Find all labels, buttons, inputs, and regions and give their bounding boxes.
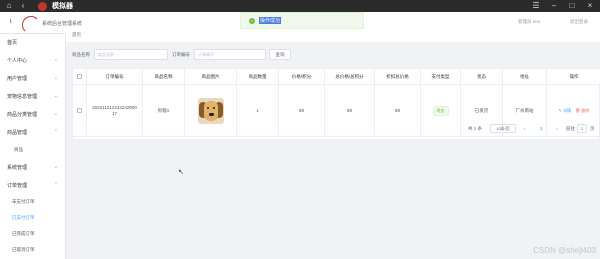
col-header: 操作 <box>547 69 600 85</box>
maximize-icon[interactable]: □ <box>566 0 578 12</box>
chevron-down-icon: ⌄ <box>53 111 58 117</box>
system-title: 系统后台管理系统 <box>42 21 83 27</box>
query-button[interactable]: 查询 <box>269 49 291 60</box>
product-image[interactable] <box>197 97 224 124</box>
close-icon[interactable]: × <box>584 0 596 12</box>
breadcrumb[interactable]: 首页 <box>72 32 81 38</box>
col-header[interactable]: 商品数量 <box>237 69 279 85</box>
page-suffix: 页 <box>590 126 595 131</box>
order-no-label: 订单编号 <box>172 52 190 57</box>
cell-quantity: 1 <box>237 85 279 137</box>
window-title: 模拟器 <box>52 3 73 10</box>
goto-label: 前往 <box>566 126 575 131</box>
row-checkbox[interactable] <box>77 108 82 113</box>
col-header[interactable]: 折扣总价格 <box>375 69 421 85</box>
goto-page-input[interactable]: 1 <box>577 124 587 133</box>
select-all-checkbox[interactable] <box>77 74 82 80</box>
col-header[interactable]: 总价格/总积分 <box>325 69 375 85</box>
sidebar-sub-paid[interactable]: 已支付订单 <box>12 215 35 221</box>
delete-button[interactable]: 🗑 删除 <box>575 108 589 114</box>
col-header[interactable]: 支付类型 <box>421 69 461 85</box>
toast-message: 操作成功 <box>259 17 282 24</box>
sidebar-item-users[interactable]: 用户管理 <box>7 75 27 82</box>
col-header[interactable]: 价格/积分 <box>279 69 325 85</box>
success-check-icon: ✓ <box>249 17 255 24</box>
chevron-down-icon: ⌄ <box>53 164 58 170</box>
app-logo-mark: ι <box>10 18 12 25</box>
cell-product-name: 狗粮1 <box>143 85 185 137</box>
col-header[interactable]: 地址 <box>503 69 547 85</box>
success-toast: ✓ 操作成功 <box>240 12 364 29</box>
search-row: 商品名称 商品名称 订单编号 订单编号 查询 <box>66 46 600 64</box>
sidebar-sub-completed[interactable]: 已完成订单 <box>12 231 35 237</box>
back-icon[interactable]: ‹ <box>18 1 28 11</box>
next-page-icon[interactable]: › <box>556 126 558 131</box>
user-info: 管理员 test <box>517 19 540 24</box>
watermark: CSDN @shejl403 <box>533 246 596 255</box>
chevron-up-icon: ⌃ <box>53 129 58 135</box>
sidebar-item-profile[interactable]: 个人中心 <box>7 57 27 64</box>
chevron-down-icon: ⌄ <box>53 75 58 81</box>
prev-page-icon[interactable]: ‹ <box>524 126 526 131</box>
cell-product-image <box>185 85 237 137</box>
sidebar-item-orders[interactable]: 订单管理 <box>7 182 27 189</box>
detail-button[interactable]: ✎ 详情 <box>559 108 571 114</box>
product-name-input[interactable]: 商品名称 <box>94 49 168 60</box>
menu-icon[interactable]: ☰ <box>530 0 542 12</box>
select-all-header <box>73 69 87 85</box>
chevron-down-icon: ⌄ <box>53 93 58 99</box>
chevron-up-icon: ⌃ <box>53 182 58 188</box>
current-page[interactable]: 1 <box>540 126 543 131</box>
cell-price: 88 <box>279 85 325 137</box>
sidebar-item-home[interactable]: 首页 <box>7 39 17 46</box>
cell-discount-total: 88 <box>375 85 421 137</box>
sidebar-sub-product[interactable]: 商品 <box>14 147 23 153</box>
order-no-input[interactable]: 订单编号 <box>194 49 266 60</box>
col-header[interactable]: 订单编号 <box>87 69 143 85</box>
logo-circle-icon <box>22 16 40 34</box>
sidebar-sub-unpaid[interactable]: 未支付订单 <box>12 199 35 205</box>
cell-pay-type: 现金 <box>421 85 461 137</box>
sidebar: 首页 个人中心 ⌄ 用户管理 ⌄ 宠物信息管理 ⌄ 商品分类管理 ⌄ 商品管理 … <box>0 34 66 259</box>
mouse-cursor-icon: ↖ <box>178 169 184 176</box>
col-header[interactable]: 商品名称 <box>143 69 185 85</box>
orders-table: 订单编号 商品名称 商品图片 商品数量 价格/积分 总价格/总积分 折扣总价格 … <box>72 68 600 140</box>
window-titlebar: ⌂ ‹ 模拟器 ☰ – □ × <box>0 0 600 12</box>
breadcrumb-bar: 首页 <box>66 28 600 42</box>
sidebar-item-pets[interactable]: 宠物信息管理 <box>7 93 37 100</box>
minimize-icon[interactable]: – <box>548 0 560 12</box>
cell-total: 88 <box>325 85 375 137</box>
pagination-total: 共 1 条 <box>468 126 483 131</box>
page-size-select[interactable]: 10条/页 <box>490 124 516 133</box>
product-name-label: 商品名称 <box>72 52 90 57</box>
logout-link[interactable]: 退出登录 <box>570 19 588 25</box>
home-icon[interactable]: ⌂ <box>4 1 14 11</box>
sidebar-sub-cancelled[interactable]: 已取消订单 <box>12 247 35 253</box>
sidebar-item-categories[interactable]: 商品分类管理 <box>7 111 37 118</box>
cell-order-no: 20201121223424290017 <box>87 85 143 137</box>
sidebar-item-system[interactable]: 系统管理 <box>7 164 27 171</box>
col-header[interactable]: 商品图片 <box>185 69 237 85</box>
col-header[interactable]: 状态 <box>461 69 503 85</box>
chevron-down-icon: ⌄ <box>53 57 58 63</box>
pay-type-tag: 现金 <box>432 105 449 116</box>
sidebar-item-products[interactable]: 商品管理 <box>7 129 27 136</box>
row-select-cell <box>73 85 87 137</box>
app-logo-icon <box>38 1 47 11</box>
